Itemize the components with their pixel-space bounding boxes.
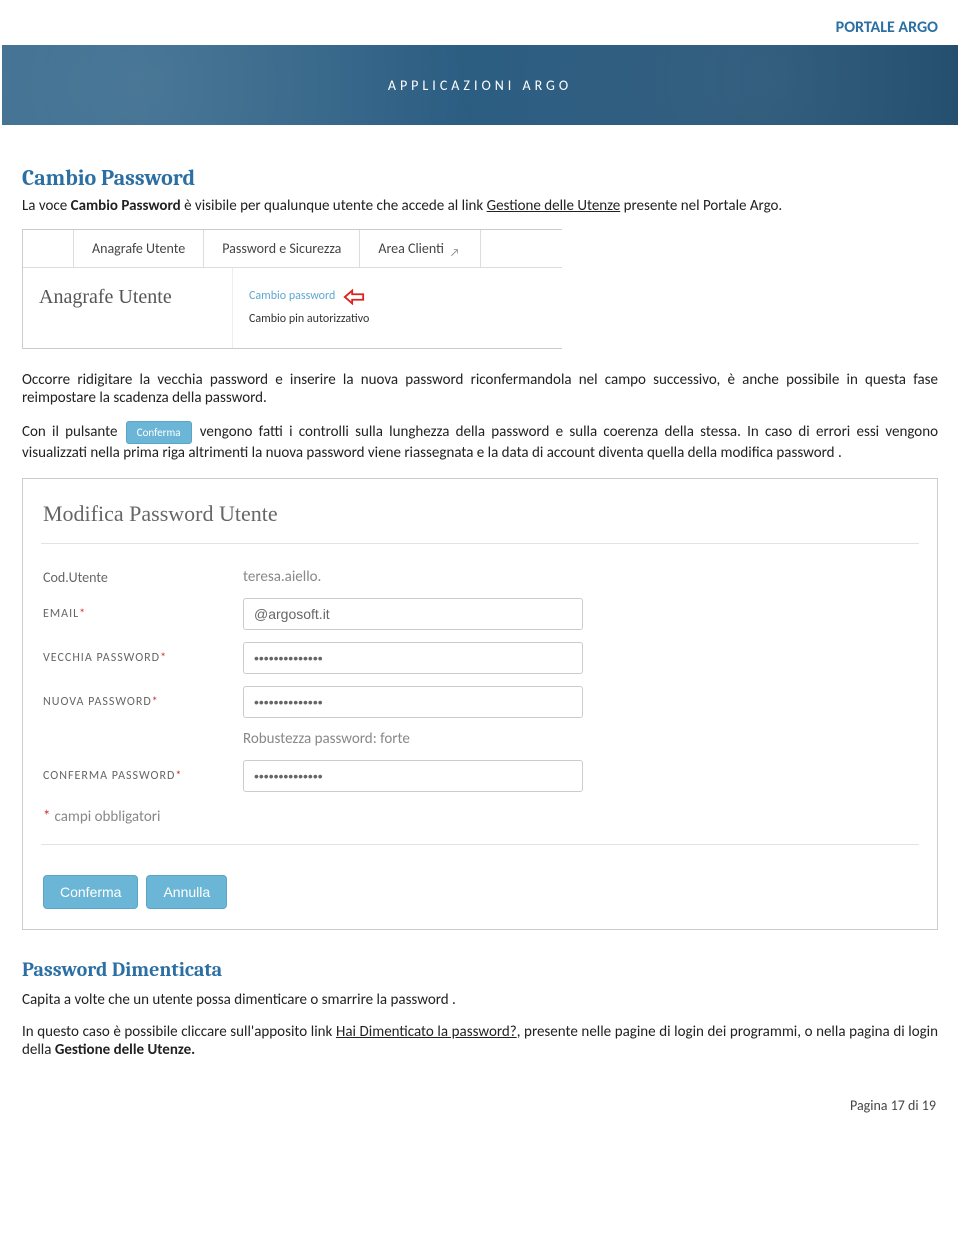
tab-area-clienti[interactable]: Area Clienti bbox=[360, 230, 481, 267]
confirm-password-field[interactable] bbox=[243, 760, 583, 792]
portal-title: PORTALE ARGO bbox=[836, 18, 938, 37]
label-old-password: VECCHIA PASSWORD* bbox=[43, 651, 243, 665]
inline-conferma-button[interactable]: Conferma bbox=[126, 421, 192, 444]
annulla-button[interactable]: Annulla bbox=[146, 875, 227, 909]
section-title-cambio-password: Cambio Password bbox=[22, 165, 938, 191]
required-note: *campi obbligatori bbox=[23, 798, 937, 836]
label-email: EMAIL* bbox=[43, 607, 243, 621]
page-footer: Pagina 17 di 19 bbox=[0, 1073, 960, 1132]
submenu-cambio-password[interactable]: Cambio password bbox=[249, 285, 335, 308]
arrow-left-icon bbox=[343, 288, 365, 306]
divider bbox=[41, 844, 919, 845]
intro-bold: Cambio Password bbox=[71, 197, 181, 215]
paragraph-pulsante: Con il pulsante Conferma vengono fatti i… bbox=[22, 421, 938, 462]
form-screenshot: Modifica Password Utente Cod.Utente tere… bbox=[22, 478, 938, 930]
banner-image: APPLICAZIONI ARGO bbox=[2, 45, 958, 125]
password-strength: Robustezza password: forte bbox=[23, 724, 937, 754]
section-title-password-dimenticata: Password Dimenticata bbox=[22, 958, 938, 981]
email-field[interactable] bbox=[243, 598, 583, 630]
link-hai-dimenticato[interactable]: Hai Dimenticato la password? bbox=[336, 1023, 517, 1041]
value-cod-utente: teresa.aiello. bbox=[243, 568, 321, 586]
tab-anagrafe-utente[interactable]: Anagrafe Utente bbox=[73, 230, 204, 267]
tab-password-sicurezza[interactable]: Password e Sicurezza bbox=[204, 230, 360, 267]
tabs-row: Anagrafe Utente Password e Sicurezza Are… bbox=[23, 230, 562, 268]
label-new-password: NUOVA PASSWORD* bbox=[43, 695, 243, 709]
submenu-cambio-pin[interactable]: Cambio pin autorizzativo bbox=[249, 308, 369, 331]
required-star: * bbox=[152, 695, 159, 709]
tabs-screenshot: Anagrafe Utente Password e Sicurezza Are… bbox=[22, 229, 562, 349]
paragraph-dimenticata-1: Capita a volte che un utente possa dimen… bbox=[22, 991, 938, 1009]
old-password-field[interactable] bbox=[243, 642, 583, 674]
link-gestione-utenze[interactable]: Gestione delle Utenze bbox=[487, 197, 621, 215]
label-confirm-password: CONFERMA PASSWORD* bbox=[43, 769, 243, 783]
form-title: Modifica Password Utente bbox=[23, 479, 937, 535]
label-cod-utente: Cod.Utente bbox=[43, 569, 243, 586]
external-link-icon bbox=[450, 243, 462, 255]
paragraph-redigit: Occorre ridigitare la vecchia password e… bbox=[22, 371, 938, 407]
intro-paragraph: La voce Cambio Password è visibile per q… bbox=[22, 197, 938, 215]
divider bbox=[41, 543, 919, 544]
required-star: * bbox=[160, 651, 167, 665]
conferma-button[interactable]: Conferma bbox=[43, 875, 138, 909]
banner-text: APPLICAZIONI ARGO bbox=[388, 77, 572, 94]
required-star: * bbox=[79, 607, 86, 621]
new-password-field[interactable] bbox=[243, 686, 583, 718]
bold-gestione-utenze: Gestione delle Utenze. bbox=[55, 1041, 195, 1059]
required-star: * bbox=[175, 769, 182, 783]
page-header: PORTALE ARGO bbox=[0, 0, 960, 45]
left-panel-title: Anagrafe Utente bbox=[23, 268, 233, 348]
paragraph-dimenticata-2: In questo caso è possibile cliccare sull… bbox=[22, 1023, 938, 1059]
